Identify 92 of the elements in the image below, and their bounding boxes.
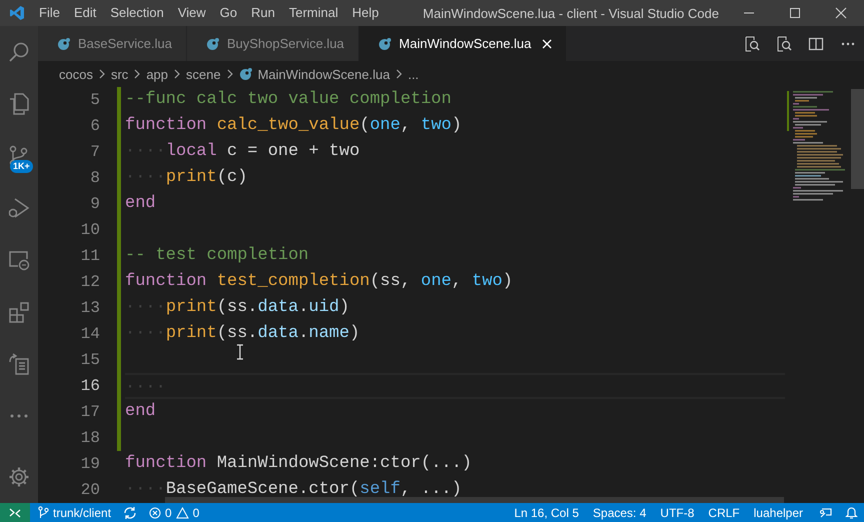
menu-item[interactable]: File [32,0,67,26]
menu-item[interactable]: Go [212,0,244,26]
line-number: 17 [80,403,101,421]
breadcrumb-item[interactable]: app [146,66,168,82]
search-file-icon[interactable] [744,36,760,52]
code-line: ····print(ss.data.name) [125,323,360,345]
search-file-icon[interactable] [776,36,792,52]
code-line: function calc_two_value(one, two) [125,115,462,137]
menu-item[interactable]: Edit [66,0,104,26]
code-line: end [125,193,156,215]
files-icon[interactable] [9,93,29,115]
line-number: 16 [80,377,101,395]
menu-item[interactable]: Terminal [282,0,346,26]
editor-tab[interactable]: MainWindowScene.lua [359,26,568,61]
line-number: 5 [89,91,101,109]
lua-file-icon [206,36,220,50]
remote-icon [9,506,21,518]
editor-tab[interactable]: BuyShopService.lua [186,26,360,61]
notification-badge: 1K+ [10,160,33,173]
code-line: --func calc two value completion [125,89,452,111]
breadcrumb-item[interactable]: MainWindowScene.lua [258,66,390,82]
split-editor-icon[interactable] [808,36,824,52]
line-number: 9 [89,195,101,213]
line-number: 14 [80,325,101,343]
code-line: ····local c = one + two [125,141,360,163]
breadcrumb-item[interactable]: src [110,66,128,82]
close-icon[interactable] [542,38,552,48]
breadcrumb-item[interactable]: scene [186,66,221,82]
status-item[interactable]: Spaces: 4 [586,506,652,520]
source-control-icon[interactable] [9,145,29,167]
status-item[interactable]: CRLF [702,506,746,520]
remote-button[interactable] [0,503,30,522]
menu-item[interactable]: View [170,0,213,26]
line-number: 15 [80,351,101,369]
menu-item[interactable]: Help [345,0,386,26]
code-line: ···· [125,377,166,399]
error-count[interactable]: 0 [165,506,172,520]
run-debug-icon[interactable] [8,197,30,219]
search-icon[interactable] [8,41,30,63]
chevron-icon [394,69,403,79]
chevron-icon [226,69,234,79]
breadcrumb-item[interactable]: cocos [59,66,93,82]
line-number: 8 [89,169,101,187]
code-line: ····print(ss.data.uid) [125,297,350,319]
text-cursor-icon [236,344,244,360]
lua-file-icon [378,36,392,50]
status-item[interactable]: UTF-8 [654,506,700,520]
remote-explorer-icon[interactable] [8,249,30,271]
error-icon [149,506,162,518]
bell-icon[interactable] [845,506,858,519]
app-logo-icon [9,5,25,21]
code-line: -- test completion [125,245,309,267]
chevron-icon [133,69,142,79]
status-item[interactable]: luahelper [748,506,809,520]
line-number: 20 [80,481,101,499]
code-line: end [125,401,156,423]
extensions-icon[interactable] [8,301,30,323]
sync-icon[interactable] [123,506,138,518]
code-line: function MainWindowScene:ctor(...) [125,453,472,475]
breadcrumb-item[interactable]: ... [408,66,419,82]
more-icon[interactable] [841,42,855,46]
lua-file-icon [238,67,253,81]
chevron-icon [173,69,182,79]
code-line: function test_completion(ss, one, two) [125,271,513,293]
menu-item[interactable]: Run [244,0,282,26]
maximize-icon [789,7,801,19]
warning-count[interactable]: 0 [192,506,200,520]
line-number: 18 [80,429,101,447]
line-number: 10 [80,221,101,239]
menu-item[interactable]: Selection [103,0,171,26]
chevron-icon [98,69,106,79]
line-number: 12 [80,273,101,291]
line-number: 13 [80,299,101,317]
horizontal-scrollbar[interactable] [165,497,784,503]
document-arrows-icon[interactable] [8,353,30,375]
close-icon [835,7,847,19]
line-number: 11 [80,247,101,265]
line-number: 7 [89,143,101,161]
status-item[interactable]: Ln 16, Col 5 [508,506,585,520]
line-number: 19 [80,455,101,473]
window-title: MainWindowScene.lua - client - Visual Studio Code [422,6,720,20]
code-line: ····BaseGameScene.ctor(self, ...) [125,479,462,501]
scrollbar-thumb[interactable] [851,89,864,189]
warning-icon [176,506,189,518]
code-line: ····print(c) [125,167,248,189]
lua-file-icon [57,36,71,50]
settings-icon[interactable] [8,466,30,488]
line-number: 6 [89,117,101,135]
editor-tab[interactable]: BaseService.lua [38,26,187,61]
branch-icon [38,506,49,519]
feedback-icon[interactable] [819,506,833,519]
branch-name[interactable]: trunk/client [53,506,112,520]
